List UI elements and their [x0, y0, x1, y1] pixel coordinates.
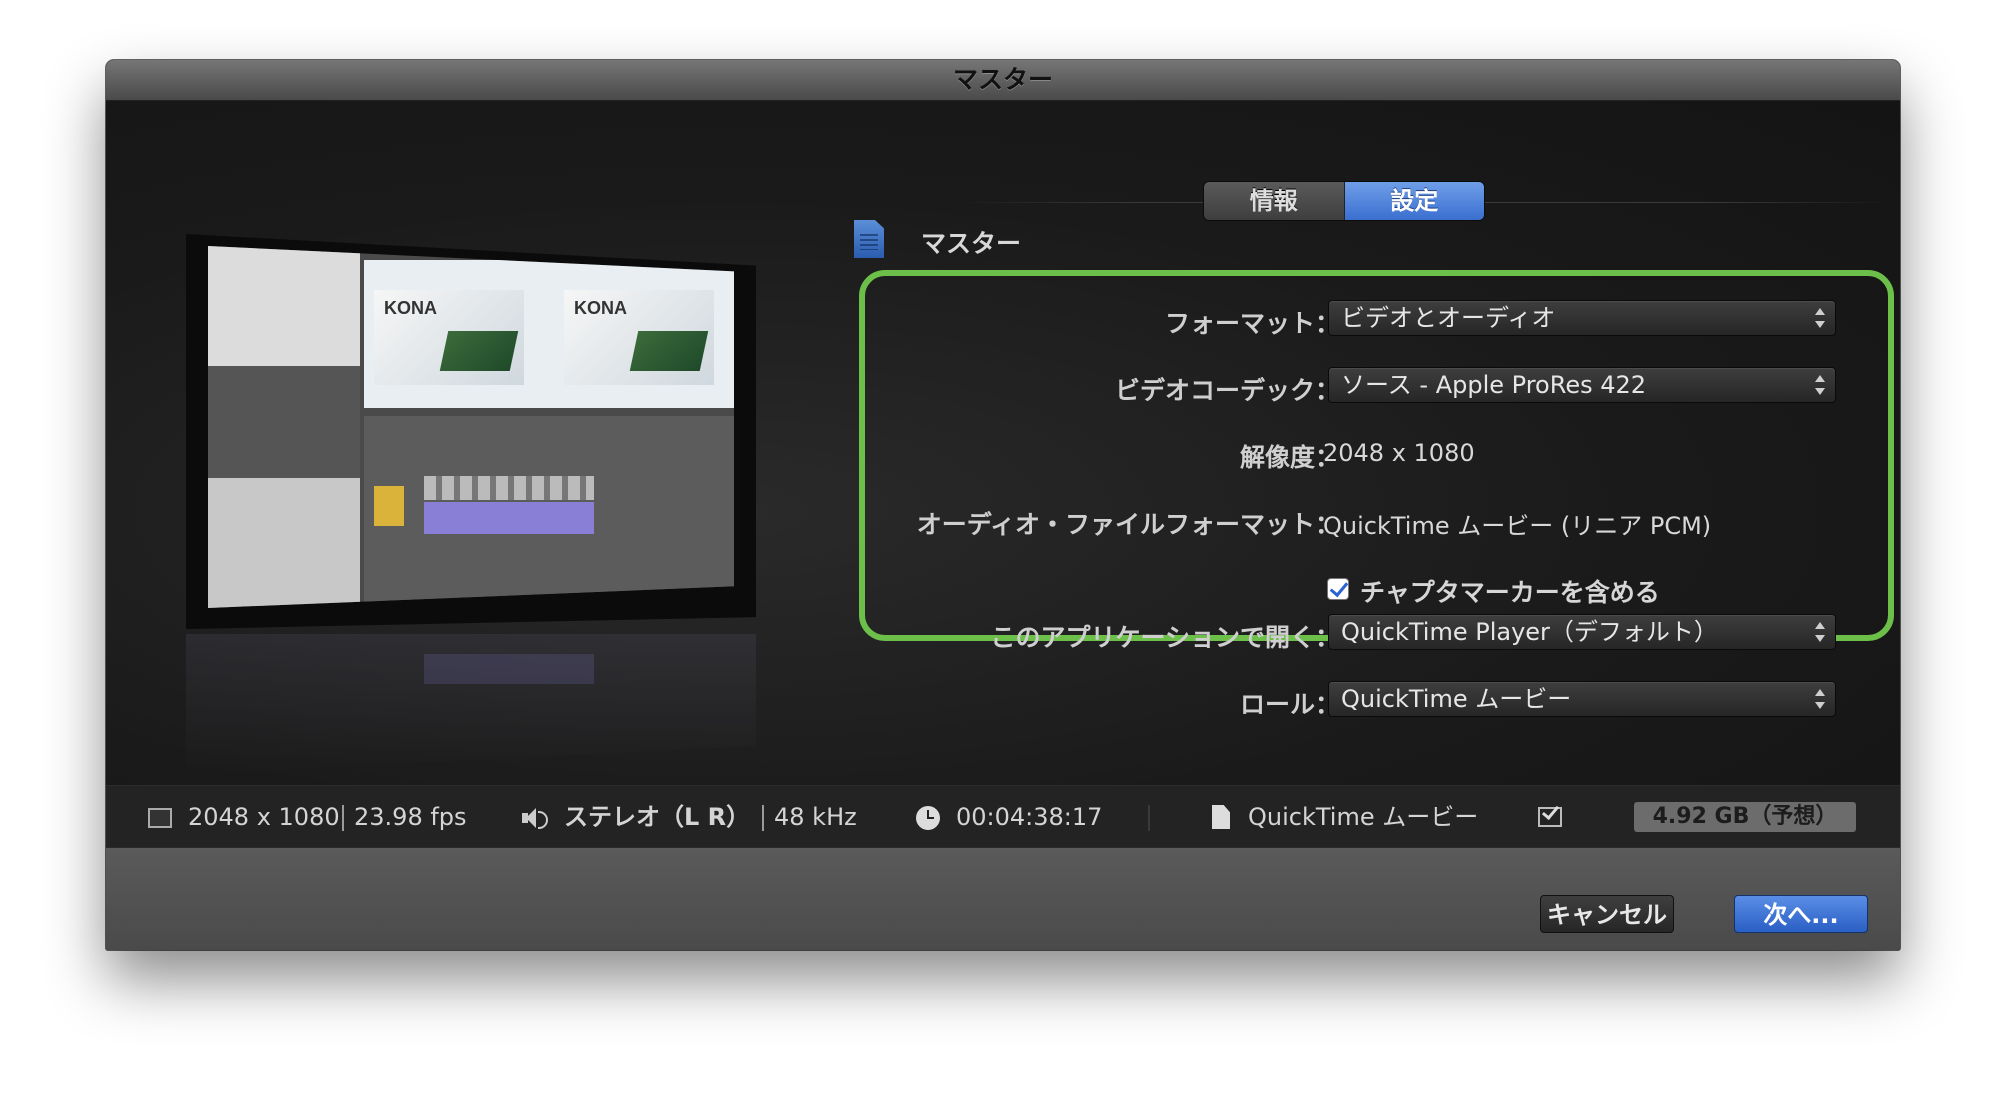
- chapter-markers-label[interactable]: チャプタマーカーを含める: [1360, 573, 1660, 609]
- updown-arrows-icon: [1815, 621, 1825, 643]
- preview-frame: KONA KONA: [186, 234, 756, 629]
- info-audio-channels: ステレオ（L R）: [564, 803, 751, 831]
- preview-board-image: [629, 331, 709, 371]
- role-value: QuickTime ムービー: [1341, 685, 1572, 713]
- next-button[interactable]: 次へ...: [1734, 895, 1868, 933]
- updown-arrows-icon: [1815, 307, 1825, 329]
- open-with-popup[interactable]: QuickTime Player（デフォルト）: [1328, 614, 1836, 650]
- video-codec-label: ビデオコーデック：: [1114, 376, 1340, 405]
- preview-screen: KONA KONA: [208, 246, 734, 608]
- compatibility-check-icon: [1538, 807, 1562, 827]
- preview-viewer: KONA KONA: [364, 260, 734, 408]
- audio-file-format-value: QuickTime ムービー (リニア PCM): [1323, 512, 1712, 540]
- preview-card-title: KONA: [574, 298, 627, 318]
- format-popup[interactable]: ビデオとオーディオ: [1328, 300, 1836, 336]
- preview-timeline: [364, 416, 734, 608]
- tab-settings[interactable]: 設定: [1344, 182, 1484, 220]
- preview-library-pane: [208, 246, 360, 366]
- share-dialog: マスター 情報 設定 KONA KONA マスター フォーマット： ビデオとオー…: [106, 60, 1900, 950]
- open-with-label: このアプリケーションで開く：: [990, 623, 1340, 652]
- format-value: ビデオとオーディオ: [1341, 304, 1556, 332]
- preview-clip: [424, 476, 594, 500]
- preview-board-image: [439, 331, 519, 371]
- role-popup[interactable]: QuickTime ムービー: [1328, 681, 1836, 717]
- preview-clip: [374, 486, 404, 526]
- info-fps: 23.98 fps: [354, 803, 467, 831]
- updown-arrows-icon: [1815, 688, 1825, 710]
- open-with-value: QuickTime Player（デフォルト）: [1341, 618, 1718, 646]
- document-icon: [1212, 805, 1230, 829]
- info-duration: 00:04:38:17: [956, 803, 1103, 831]
- preview-card: KONA: [374, 290, 524, 385]
- updown-arrows-icon: [1815, 374, 1825, 396]
- window-title: マスター: [106, 60, 1900, 101]
- video-codec-popup[interactable]: ソース - Apple ProRes 422: [1328, 367, 1836, 403]
- info-separator: [762, 805, 764, 831]
- clock-icon: [916, 806, 940, 830]
- cancel-button[interactable]: キャンセル: [1540, 895, 1674, 933]
- preview-clip: [424, 502, 594, 534]
- estimated-size-badge: 4.92 GB（予想）: [1634, 802, 1856, 832]
- video-codec-value: ソース - Apple ProRes 422: [1341, 371, 1647, 399]
- reflection-clip: [424, 654, 594, 684]
- preview-thumbnail: KONA KONA: [186, 234, 756, 654]
- role-label: ロール：: [1239, 690, 1340, 719]
- chapter-markers-checkbox[interactable]: [1327, 578, 1349, 600]
- preview-inspector-pane: [208, 478, 360, 608]
- preview-reflection: [186, 634, 756, 774]
- preview-card-title: KONA: [384, 298, 437, 318]
- tab-info[interactable]: 情報: [1204, 182, 1345, 220]
- format-label: フォーマット：: [1164, 309, 1340, 338]
- speaker-icon: [522, 808, 548, 829]
- audio-file-format-label: オーディオ・ファイルフォーマット：: [916, 510, 1340, 539]
- info-file-type: QuickTime ムービー: [1248, 803, 1479, 831]
- file-icon: [854, 220, 884, 258]
- info-resolution: 2048 x 1080: [188, 803, 340, 831]
- info-sample-rate: 48 kHz: [774, 803, 857, 831]
- info-separator: [342, 805, 344, 831]
- button-bar: キャンセル 次へ...: [106, 847, 1900, 950]
- preview-card: KONA: [564, 290, 714, 385]
- tab-segmented-control: 情報 設定: [1204, 182, 1484, 220]
- frame-icon: [148, 808, 172, 828]
- preset-name: マスター: [921, 229, 1022, 258]
- resolution-value: 2048 x 1080: [1323, 439, 1475, 467]
- info-strip: 2048 x 1080 23.98 fps ステレオ（L R） 48 kHz 0…: [106, 785, 1900, 848]
- info-separator: [1148, 805, 1150, 831]
